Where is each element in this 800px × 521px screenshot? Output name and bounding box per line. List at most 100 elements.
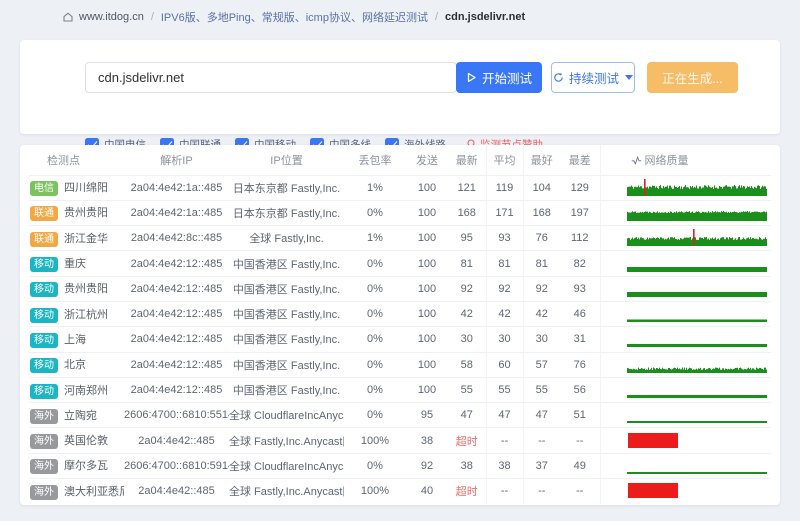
cell-latest: 95: [448, 226, 486, 251]
cell-ip-location: 全球 Fastly,Inc.Anycast网段: [229, 479, 344, 504]
cell-ip-location: 全球 CloudflareIncAnycast网段: [229, 453, 344, 478]
cell-best: 104: [523, 175, 560, 200]
cell-resolved-ip: 2a04:4e42:12::485: [124, 276, 229, 301]
carrier-badge: 联通: [30, 206, 58, 221]
cell-latest: 168: [448, 200, 486, 225]
column-header: 最新: [448, 145, 486, 175]
cell-sent: 100: [406, 377, 448, 402]
breadcrumb-home-link[interactable]: www.itdog.cn: [79, 11, 144, 23]
node-name: 四川绵阳: [64, 182, 108, 194]
table-row: 移动贵州贵阳2a04:4e42:12::485中国香港区 Fastly,Inc.…: [29, 276, 771, 301]
cell-sent: 95: [406, 403, 448, 428]
cell-packet-loss: 0%: [344, 453, 406, 478]
cell-latest: 55: [448, 377, 486, 402]
table-row: 移动河南郑州2a04:4e42:12::485中国香港区 Fastly,Inc.…: [29, 377, 771, 402]
cell-ip-location: 中国香港区 Fastly,Inc.: [229, 352, 344, 377]
cell-worst: 129: [560, 175, 600, 200]
continuous-test-button[interactable]: 持续测试: [551, 62, 635, 93]
cell-ip-location: 日本东京都 Fastly,Inc.: [229, 175, 344, 200]
cell-packet-loss: 0%: [344, 403, 406, 428]
cell-worst: 82: [560, 251, 600, 276]
carrier-badge: 移动: [30, 282, 58, 297]
cell-node: 移动贵州贵阳: [29, 276, 124, 301]
cell-worst: 197: [560, 200, 600, 225]
cell-average: 30: [486, 327, 523, 352]
node-name: 上海: [64, 334, 86, 346]
table-row: 联通浙江金华2a04:4e42:8c::485全球 Fastly,Inc.1%1…: [29, 226, 771, 251]
node-name: 浙江杭州: [64, 309, 108, 321]
test-controls-card: 开始测试 持续测试 正在生成... 中国电信中国联通中国移动中国多线海外线路 监…: [20, 40, 780, 134]
cell-resolved-ip: 2a04:4e42:12::485: [124, 377, 229, 402]
cell-worst: 112: [560, 226, 600, 251]
quality-sparkline: [627, 278, 767, 300]
column-header: 最好: [523, 145, 560, 175]
play-icon: [466, 72, 477, 83]
cell-network-quality: [600, 453, 771, 478]
cell-latest: 30: [448, 327, 486, 352]
cell-resolved-ip: 2a04:4e42::485: [124, 479, 229, 504]
node-name: 贵州贵阳: [64, 207, 108, 219]
cell-best: 76: [523, 226, 560, 251]
cell-packet-loss: 0%: [344, 276, 406, 301]
cell-packet-loss: 0%: [344, 327, 406, 352]
cell-network-quality: [600, 377, 771, 402]
carrier-badge: 海外: [30, 434, 58, 449]
cell-ip-location: 全球 Fastly,Inc.Anycast网段: [229, 428, 344, 453]
cell-ip-location: 中国香港区 Fastly,Inc.: [229, 251, 344, 276]
cell-network-quality: [600, 428, 771, 453]
cell-best: 47: [523, 403, 560, 428]
quality-sparkline: [627, 455, 767, 477]
cell-ip-location: 全球 Fastly,Inc.: [229, 226, 344, 251]
column-header: 丢包率: [344, 145, 406, 175]
cell-packet-loss: 100%: [344, 428, 406, 453]
cell-worst: 93: [560, 276, 600, 301]
quality-sparkline: [627, 379, 767, 401]
carrier-badge: 联通: [30, 232, 58, 247]
cell-ip-location: 中国香港区 Fastly,Inc.: [229, 301, 344, 326]
host-input[interactable]: [85, 62, 457, 93]
generating-label: 正在生成...: [662, 68, 722, 87]
quality-sparkline: [627, 253, 767, 275]
cell-packet-loss: 0%: [344, 251, 406, 276]
start-test-button[interactable]: 开始测试: [456, 62, 542, 93]
ping-results-table: 检测点解析IPIP位置丢包率发送最新平均最好最差网络质量 电信四川绵阳2a04:…: [29, 145, 771, 504]
cell-network-quality: [600, 301, 771, 326]
cell-resolved-ip: 2a04:4e42:8c::485: [124, 226, 229, 251]
cell-latest: 超时: [448, 428, 486, 453]
cell-network-quality: [600, 226, 771, 251]
cell-network-quality: [600, 352, 771, 377]
cell-node: 移动浙江杭州: [29, 301, 124, 326]
cell-average: --: [486, 428, 523, 453]
start-test-label: 开始测试: [482, 68, 532, 87]
cell-latest: 58: [448, 352, 486, 377]
cell-latest: 92: [448, 276, 486, 301]
cell-average: 47: [486, 403, 523, 428]
breadcrumb-category-link[interactable]: IPV6版、多地Ping、常规版、icmp协议、网络延迟测试: [161, 9, 428, 25]
cell-resolved-ip: 2a04:4e42:12::485: [124, 327, 229, 352]
cell-best: 30: [523, 327, 560, 352]
column-header: 发送: [406, 145, 448, 175]
cell-best: 57: [523, 352, 560, 377]
carrier-badge: 移动: [30, 308, 58, 323]
cell-resolved-ip: 2a04:4e42:1a::485: [124, 175, 229, 200]
table-row: 移动北京2a04:4e42:12::485中国香港区 Fastly,Inc.0%…: [29, 352, 771, 377]
cell-node: 移动上海: [29, 327, 124, 352]
cell-sent: 100: [406, 327, 448, 352]
continuous-test-label: 持续测试: [569, 68, 619, 87]
cell-network-quality: [600, 327, 771, 352]
cell-best: --: [523, 479, 560, 504]
generating-button[interactable]: 正在生成...: [647, 62, 738, 93]
node-name: 浙江金华: [64, 233, 108, 245]
quality-sparkline: [627, 227, 767, 249]
cell-resolved-ip: 2a04:4e42:12::485: [124, 251, 229, 276]
node-name: 北京: [64, 359, 86, 371]
breadcrumb-current: cdn.jsdelivr.net: [445, 11, 525, 23]
cell-ip-location: 中国香港区 Fastly,Inc.: [229, 327, 344, 352]
cell-best: --: [523, 428, 560, 453]
cell-network-quality: [600, 200, 771, 225]
cell-best: 81: [523, 251, 560, 276]
carrier-badge: 海外: [30, 409, 58, 424]
cell-average: 55: [486, 377, 523, 402]
carrier-badge: 移动: [30, 384, 58, 399]
cell-node: 海外立陶宛: [29, 403, 124, 428]
